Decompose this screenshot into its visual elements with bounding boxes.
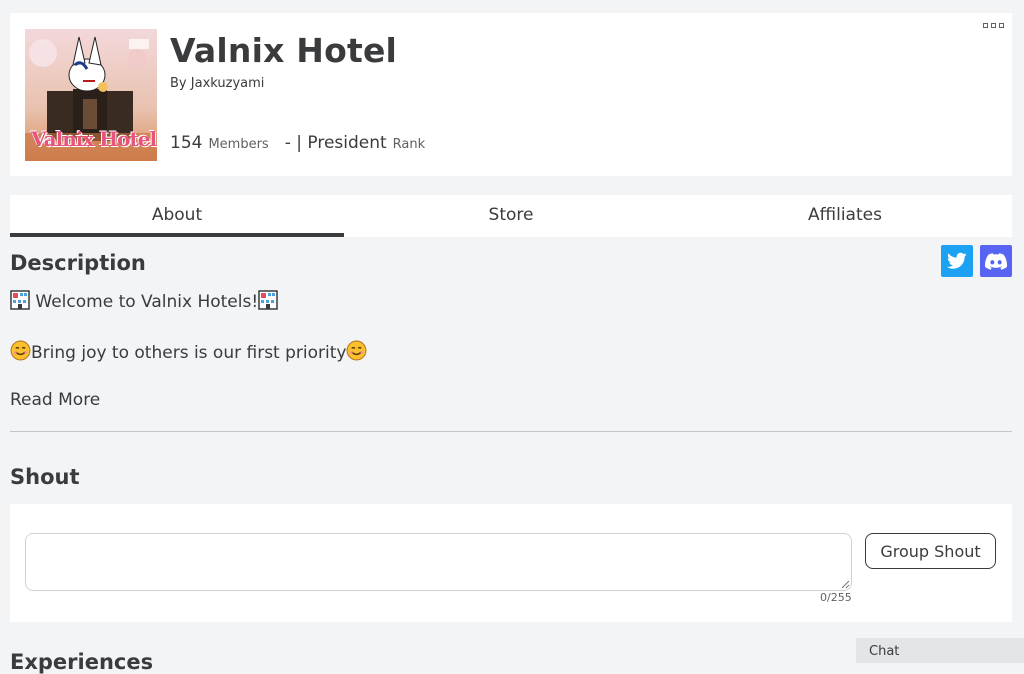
priority-text: Bring joy to others is our first priorit… <box>31 343 347 363</box>
rank-value: - | President <box>284 133 387 153</box>
shout-title: Shout <box>10 465 80 489</box>
discord-icon <box>985 252 1007 270</box>
tab-store[interactable]: Store <box>344 195 678 237</box>
smiling-face-icon <box>10 340 31 366</box>
shout-input[interactable] <box>25 533 852 591</box>
group-header-card: Valnix Hotel Valnix Hotel By Jaxkuzyami … <box>10 13 1012 176</box>
group-owner: By Jaxkuzyami <box>170 76 264 91</box>
tab-about[interactable]: About <box>10 195 344 237</box>
shout-char-count: 0/255 <box>820 591 852 604</box>
hotel-icon <box>10 290 30 315</box>
description-line-1: Welcome to Valnix Hotels! <box>10 290 278 315</box>
more-options-icon[interactable] <box>983 23 1004 28</box>
welcome-text: Welcome to Valnix Hotels! <box>35 292 259 312</box>
group-shout-button[interactable]: Group Shout <box>865 533 996 569</box>
experiences-title: Experiences <box>10 650 154 674</box>
rank-label: Rank <box>392 137 426 152</box>
tab-affiliates[interactable]: Affiliates <box>678 195 1012 237</box>
emblem-logo-text: Valnix Hotel <box>31 127 157 151</box>
discord-link[interactable] <box>980 245 1012 277</box>
member-count: 154 <box>170 133 203 153</box>
shout-card: 0/255 Group Shout <box>10 504 1012 622</box>
twitter-icon <box>947 252 967 269</box>
group-emblem-image: Valnix Hotel <box>25 29 157 161</box>
hotel-icon <box>258 290 278 315</box>
owner-link[interactable]: Jaxkuzyami <box>191 76 265 91</box>
group-tabs: About Store Affiliates <box>10 195 1012 237</box>
smiling-face-icon <box>346 340 367 366</box>
owner-prefix: By <box>170 76 187 91</box>
read-more-link[interactable]: Read More <box>10 390 100 410</box>
group-name: Valnix Hotel <box>170 31 398 70</box>
section-divider <box>10 431 1012 432</box>
chat-tab[interactable]: Chat <box>856 638 1024 663</box>
description-line-2: Bring joy to others is our first priorit… <box>10 340 367 366</box>
members-label: Members <box>208 137 269 152</box>
description-title: Description <box>10 251 146 275</box>
twitter-link[interactable] <box>941 245 973 277</box>
group-stats: 154 Members - | President Rank <box>170 133 425 153</box>
